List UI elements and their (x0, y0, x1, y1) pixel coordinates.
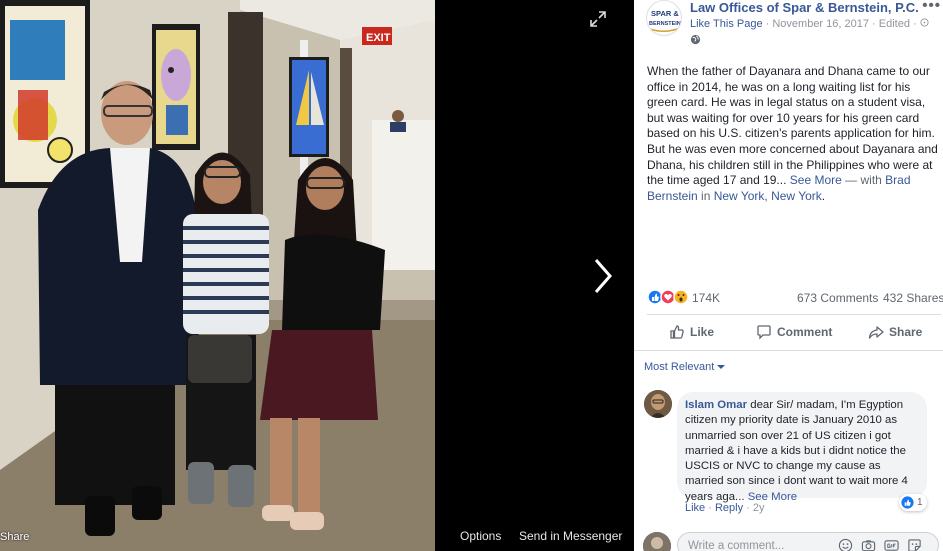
commenter-avatar[interactable] (644, 390, 672, 418)
logo-text-top: SPAR & (651, 9, 679, 18)
privacy-icon (920, 18, 929, 27)
comment-sort-dropdown[interactable]: Most Relevant (644, 361, 726, 373)
reactions-row: 174K 673 Comments 432 Shares (647, 288, 943, 306)
camera-icon[interactable] (861, 538, 876, 551)
comment-bubble-icon (757, 325, 771, 340)
like-reaction-icon (901, 496, 914, 509)
with-text: — with (841, 173, 886, 188)
thumbs-up-icon (670, 325, 684, 339)
share-arrow-icon (868, 326, 884, 339)
share-button-label: Share (889, 325, 923, 339)
separator: · (708, 502, 715, 514)
comment-reply-button[interactable]: Reply (715, 502, 743, 514)
caret-down-icon (717, 365, 726, 369)
exit-sign: EXIT (366, 32, 391, 44)
photo-viewer: EXIT Share Options Send in Messenger (0, 0, 634, 551)
page-logo[interactable]: SPAR & BERNSTEIN (646, 0, 682, 36)
comment-reaction-badge[interactable]: 1 (899, 494, 927, 511)
reaction-icons[interactable] (647, 289, 691, 308)
like-button-label: Like (690, 325, 715, 339)
logo-text-bottom: BERNSTEIN (649, 21, 681, 27)
gif-icon[interactable] (884, 538, 899, 551)
page-name-link[interactable]: Law Offices of Spar & Bernstein, P.C. (690, 0, 919, 15)
share-label[interactable]: Share (0, 531, 29, 543)
post-side-panel: SPAR & BERNSTEIN Law Offices of Spar & B… (634, 0, 943, 551)
write-comment-input[interactable] (688, 540, 838, 551)
like-button[interactable]: Like (669, 324, 714, 340)
post-body-text: When the father of Dayanara and Dhana ca… (647, 64, 938, 188)
comment-see-more-link[interactable]: See More (748, 491, 797, 503)
like-reaction-icon (647, 289, 663, 305)
divider (634, 350, 943, 351)
comment-age[interactable]: 2y (753, 502, 765, 514)
post-actions: Like Comment Share (647, 316, 941, 348)
shares-count[interactable]: 432 Shares (883, 291, 943, 305)
comment-sort-label: Most Relevant (644, 361, 715, 373)
comment-like-count: 1 (917, 497, 923, 508)
options-button[interactable]: Options (460, 529, 501, 543)
comment-button[interactable]: Comment (756, 324, 832, 340)
in-text: in (697, 188, 714, 203)
comment-author-link[interactable]: Islam Omar (685, 399, 747, 411)
post-meta: Like This Page · November 16, 2017 · Edi… (690, 18, 929, 30)
separator: · (746, 502, 753, 514)
comment-composer[interactable] (677, 532, 939, 551)
comment-bubble: Islam Omar dear Sir/ madam, I'm Egyption… (677, 392, 927, 503)
chevron-right-icon[interactable] (590, 256, 616, 296)
wow-reaction-icon (673, 289, 689, 305)
current-user-avatar (643, 532, 671, 551)
post-date[interactable]: · November 16, 2017 · Edited · (763, 18, 920, 30)
reaction-count[interactable]: 174K (692, 291, 720, 305)
comment-like-button[interactable]: Like (685, 502, 705, 514)
post-photo[interactable]: EXIT Share (0, 0, 435, 551)
location-link[interactable]: New York, New York (714, 189, 822, 203)
more-dots-icon[interactable]: ••• (922, 0, 941, 14)
love-reaction-icon (660, 289, 676, 305)
post-header: SPAR & BERNSTEIN Law Offices of Spar & B… (634, 0, 943, 50)
send-in-messenger-button[interactable]: Send in Messenger (519, 529, 622, 543)
divider (647, 314, 941, 315)
post-period: . (821, 188, 826, 203)
see-more-link[interactable]: See More (790, 173, 842, 187)
comment-text: dear Sir/ madam, I'm Egyption citizen my… (685, 399, 908, 503)
comments-count[interactable]: 673 Comments (797, 291, 878, 305)
photo-illustration: EXIT (0, 0, 435, 551)
sticker-icon[interactable] (907, 538, 922, 551)
globe-icon[interactable] (690, 32, 701, 50)
share-button[interactable]: Share (868, 324, 922, 340)
emoji-icon[interactable] (838, 538, 853, 551)
comment-button-label: Comment (777, 325, 833, 339)
comment-actions: Like · Reply · 2y (685, 502, 765, 514)
like-page-link[interactable]: Like This Page (690, 18, 763, 30)
post-body: When the father of Dayanara and Dhana ca… (647, 64, 941, 204)
expand-icon[interactable] (588, 9, 608, 29)
